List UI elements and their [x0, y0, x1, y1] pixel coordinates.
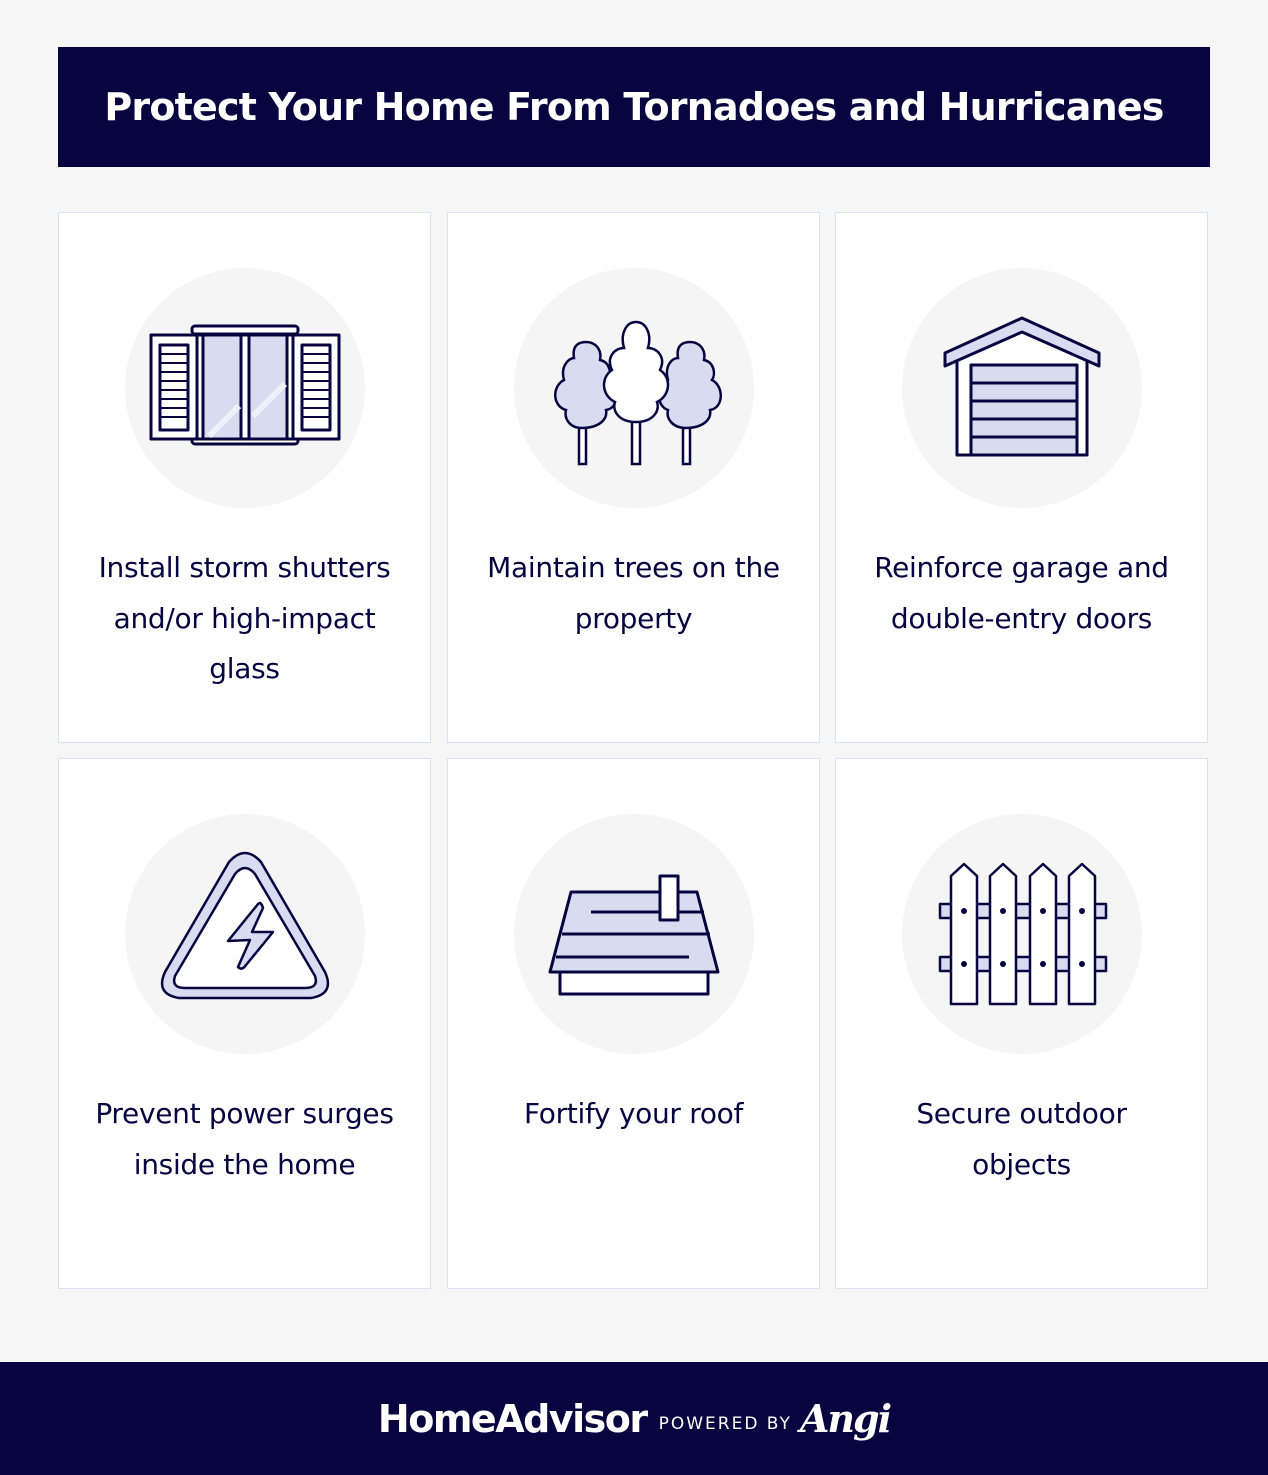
tip-card-trees: Maintain trees on the property: [447, 212, 820, 743]
powered-by-text: POWERED BY: [658, 1413, 792, 1434]
fence-icon: [938, 862, 1108, 1006]
tip-label: Maintain trees on the property: [487, 551, 780, 635]
tip-card-power-surges: Prevent power surges inside the home: [58, 758, 431, 1289]
tip-label: Prevent power surges inside the home: [95, 1097, 394, 1181]
angi-logo: Angi: [799, 1396, 892, 1441]
tip-card-outdoor-objects: Secure outdoor objects: [835, 758, 1208, 1289]
icon-circle: [125, 814, 365, 1054]
footer-brand-bar: HomeAdvisor POWERED BY Angi: [0, 1362, 1268, 1475]
icon-circle: [514, 268, 754, 508]
tip-label: Fortify your roof: [523, 1097, 744, 1130]
power-surge-warning-icon: [160, 851, 330, 1000]
garage-icon: [943, 316, 1101, 457]
tip-label: Install storm shutters and/or high-impac…: [98, 551, 391, 685]
icon-circle: [902, 814, 1142, 1054]
icon-circle: [902, 268, 1142, 508]
tip-card-storm-shutters: Install storm shutters and/or high-impac…: [58, 212, 431, 743]
tip-card-roof: Fortify your roof: [447, 758, 820, 1289]
title-banner: Protect Your Home From Tornadoes and Hur…: [58, 47, 1210, 167]
tip-label: Secure outdoor objects: [916, 1097, 1127, 1181]
trees-icon: [554, 320, 722, 466]
roof-icon: [548, 874, 720, 996]
tip-card-garage: Reinforce garage and double-entry doors: [835, 212, 1208, 743]
icon-circle: [125, 268, 365, 508]
icon-circle: [514, 814, 754, 1054]
tip-label: Reinforce garage and double-entry doors: [874, 551, 1169, 635]
window-shutters-icon: [149, 324, 341, 446]
page-title: Protect Your Home From Tornadoes and Hur…: [104, 85, 1164, 129]
homeadvisor-logo: HomeAdvisor: [377, 1396, 648, 1441]
